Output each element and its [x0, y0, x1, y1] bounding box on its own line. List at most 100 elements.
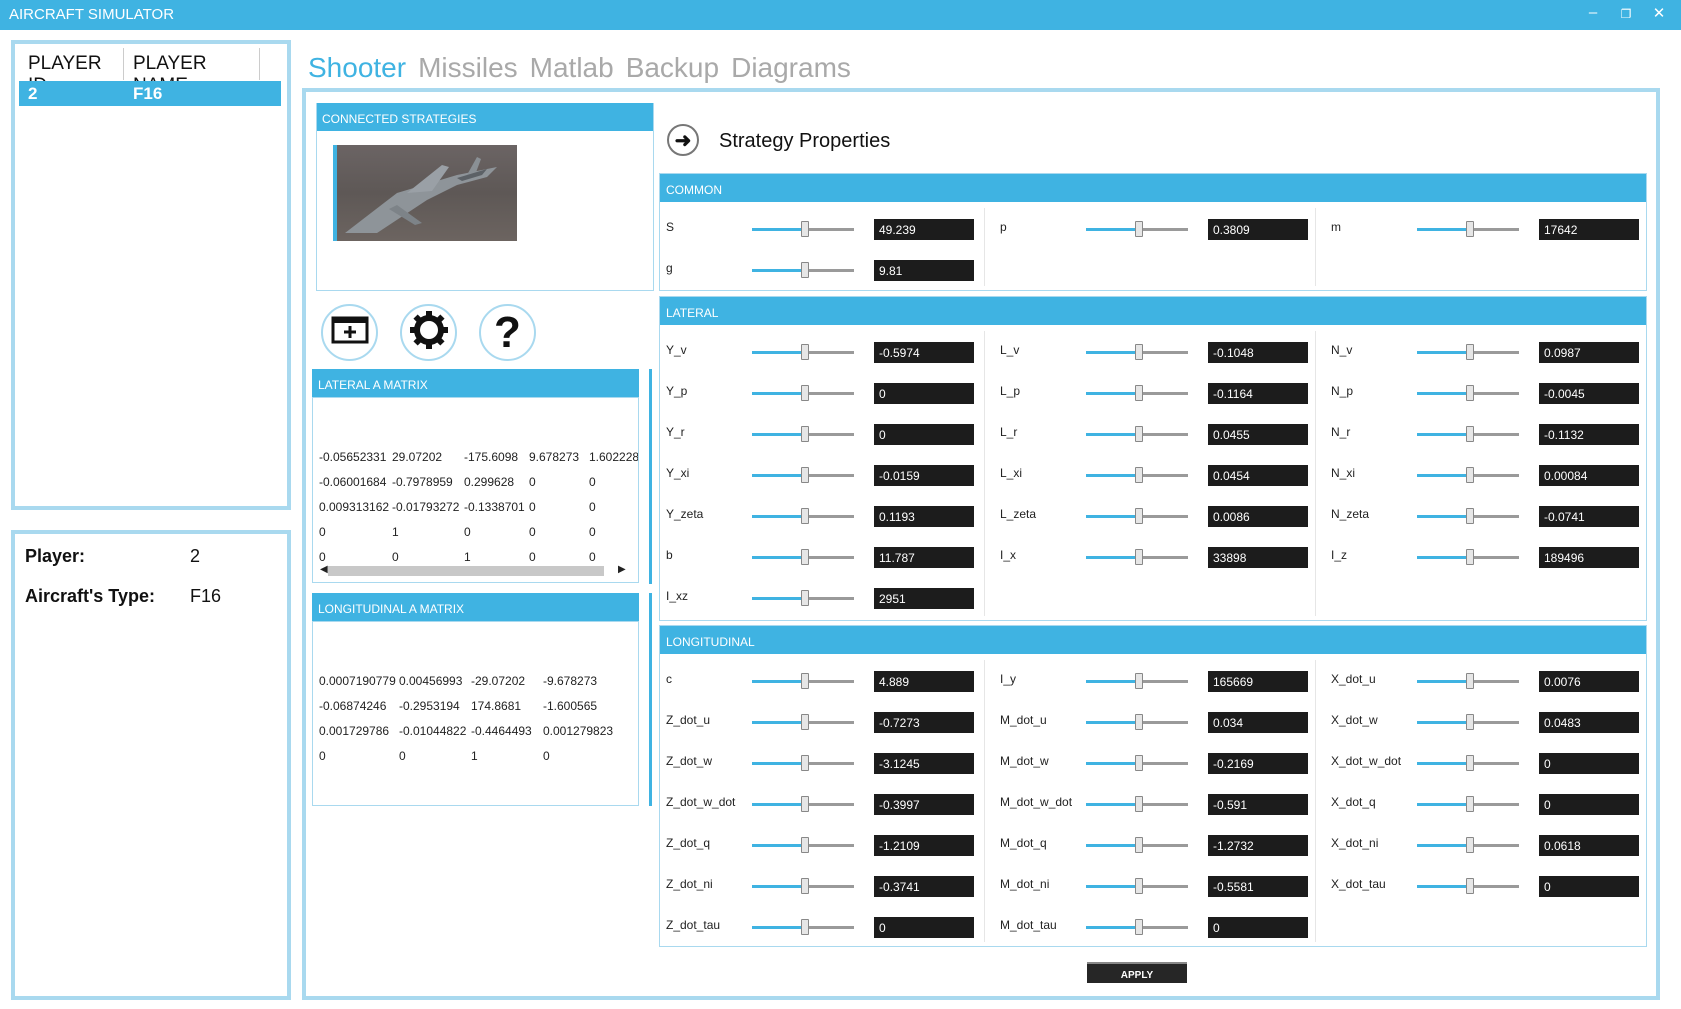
param-value-field[interactable]: 4.889 — [874, 671, 974, 692]
param-value-field[interactable]: 0.0618 — [1539, 835, 1639, 856]
scroll-right-icon[interactable]: ▶ — [618, 564, 626, 575]
tab-diagrams[interactable]: Diagrams — [731, 52, 851, 84]
slider-thumb[interactable] — [801, 262, 809, 278]
param-value-field[interactable]: 0 — [1208, 917, 1308, 938]
param-value-field[interactable]: 0 — [1539, 876, 1639, 897]
param-value-field[interactable]: -0.5581 — [1208, 876, 1308, 897]
param-value-field[interactable]: 189496 — [1539, 547, 1639, 568]
slider-thumb[interactable] — [801, 344, 809, 360]
lateral-matrix-scrollbar[interactable] — [328, 566, 604, 576]
slider-thumb[interactable] — [801, 755, 809, 771]
minimize-icon[interactable]: – — [1582, 4, 1604, 21]
slider-thumb[interactable] — [801, 549, 809, 565]
slider-thumb[interactable] — [1466, 878, 1474, 894]
player-id-header[interactable]: PLAYER ID — [19, 48, 124, 96]
param-value-field[interactable]: -0.1048 — [1208, 342, 1308, 363]
param-value-field[interactable]: -0.5974 — [874, 342, 974, 363]
slider-thumb[interactable] — [1466, 426, 1474, 442]
slider-thumb[interactable] — [1135, 796, 1143, 812]
param-value-field[interactable]: 0 — [874, 383, 974, 404]
f16-aircraft-image[interactable] — [333, 145, 517, 241]
param-value-field[interactable]: -0.3741 — [874, 876, 974, 897]
slider-thumb[interactable] — [1135, 221, 1143, 237]
slider-thumb[interactable] — [801, 467, 809, 483]
slider-thumb[interactable] — [1466, 344, 1474, 360]
param-value-field[interactable]: -0.1132 — [1539, 424, 1639, 445]
tab-missiles[interactable]: Missiles — [418, 52, 518, 84]
slider-thumb[interactable] — [1466, 508, 1474, 524]
add-window-button[interactable] — [321, 304, 378, 361]
slider-thumb[interactable] — [1135, 755, 1143, 771]
slider-thumb[interactable] — [801, 508, 809, 524]
slider-thumb[interactable] — [1466, 714, 1474, 730]
param-value-field[interactable]: 0.0076 — [1539, 671, 1639, 692]
param-value-field[interactable]: 0.0987 — [1539, 342, 1639, 363]
param-value-field[interactable]: -0.7273 — [874, 712, 974, 733]
param-value-field[interactable]: -0.0741 — [1539, 506, 1639, 527]
param-value-field[interactable]: 0 — [874, 424, 974, 445]
param-value-field[interactable]: 0.0483 — [1539, 712, 1639, 733]
param-value-field[interactable]: -0.0159 — [874, 465, 974, 486]
param-value-field[interactable]: -0.2169 — [1208, 753, 1308, 774]
slider-thumb[interactable] — [801, 714, 809, 730]
slider-thumb[interactable] — [1135, 837, 1143, 853]
slider-thumb[interactable] — [1466, 385, 1474, 401]
param-value-field[interactable]: 0.1193 — [874, 506, 974, 527]
help-button[interactable]: ? — [479, 304, 536, 361]
param-value-field[interactable]: -0.591 — [1208, 794, 1308, 815]
slider-thumb[interactable] — [801, 221, 809, 237]
slider-thumb[interactable] — [1466, 221, 1474, 237]
apply-button[interactable]: APPLY — [1087, 962, 1187, 983]
slider-thumb[interactable] — [1135, 344, 1143, 360]
param-value-field[interactable]: 0.0454 — [1208, 465, 1308, 486]
slider-thumb[interactable] — [801, 590, 809, 606]
param-value-field[interactable]: 0 — [1539, 753, 1639, 774]
slider-thumb[interactable] — [1466, 467, 1474, 483]
param-value-field[interactable]: 0 — [874, 917, 974, 938]
param-value-field[interactable]: -3.1245 — [874, 753, 974, 774]
param-value-field[interactable]: 33898 — [1208, 547, 1308, 568]
param-value-field[interactable]: 0.0086 — [1208, 506, 1308, 527]
player-name-header[interactable]: PLAYER NAME — [124, 48, 260, 96]
slider-thumb[interactable] — [801, 919, 809, 935]
param-value-field[interactable]: 49.239 — [874, 219, 974, 240]
player-row[interactable]: 2 F16 — [19, 81, 281, 106]
scroll-left-icon[interactable]: ◀ — [320, 564, 328, 575]
param-value-field[interactable]: -1.2109 — [874, 835, 974, 856]
tab-matlab[interactable]: Matlab — [530, 52, 614, 84]
param-value-field[interactable]: 0.0455 — [1208, 424, 1308, 445]
slider-thumb[interactable] — [1466, 673, 1474, 689]
param-value-field[interactable]: 0.034 — [1208, 712, 1308, 733]
slider-thumb[interactable] — [1135, 714, 1143, 730]
param-value-field[interactable]: 0 — [1539, 794, 1639, 815]
slider-thumb[interactable] — [1135, 508, 1143, 524]
slider-thumb[interactable] — [1466, 549, 1474, 565]
slider-thumb[interactable] — [801, 796, 809, 812]
slider-thumb[interactable] — [1466, 755, 1474, 771]
param-value-field[interactable]: -1.2732 — [1208, 835, 1308, 856]
param-value-field[interactable]: 17642 — [1539, 219, 1639, 240]
slider-thumb[interactable] — [1466, 796, 1474, 812]
restore-icon[interactable]: ❐ — [1615, 7, 1637, 21]
arrow-right-icon[interactable]: ➜ — [667, 124, 699, 156]
slider-thumb[interactable] — [1135, 426, 1143, 442]
settings-button[interactable] — [400, 304, 457, 361]
slider-thumb[interactable] — [1135, 673, 1143, 689]
tab-shooter[interactable]: Shooter — [308, 52, 406, 84]
slider-thumb[interactable] — [801, 385, 809, 401]
param-value-field[interactable]: 0.3809 — [1208, 219, 1308, 240]
slider-thumb[interactable] — [801, 673, 809, 689]
param-value-field[interactable]: -0.0045 — [1539, 383, 1639, 404]
slider-thumb[interactable] — [801, 837, 809, 853]
param-value-field[interactable]: 9.81 — [874, 260, 974, 281]
slider-thumb[interactable] — [1135, 549, 1143, 565]
slider-thumb[interactable] — [801, 878, 809, 894]
close-icon[interactable]: ✕ — [1648, 4, 1670, 22]
slider-thumb[interactable] — [1135, 385, 1143, 401]
param-value-field[interactable]: -0.1164 — [1208, 383, 1308, 404]
slider-thumb[interactable] — [1135, 878, 1143, 894]
slider-thumb[interactable] — [801, 426, 809, 442]
tab-backup[interactable]: Backup — [626, 52, 719, 84]
slider-thumb[interactable] — [1466, 837, 1474, 853]
param-value-field[interactable]: 11.787 — [874, 547, 974, 568]
